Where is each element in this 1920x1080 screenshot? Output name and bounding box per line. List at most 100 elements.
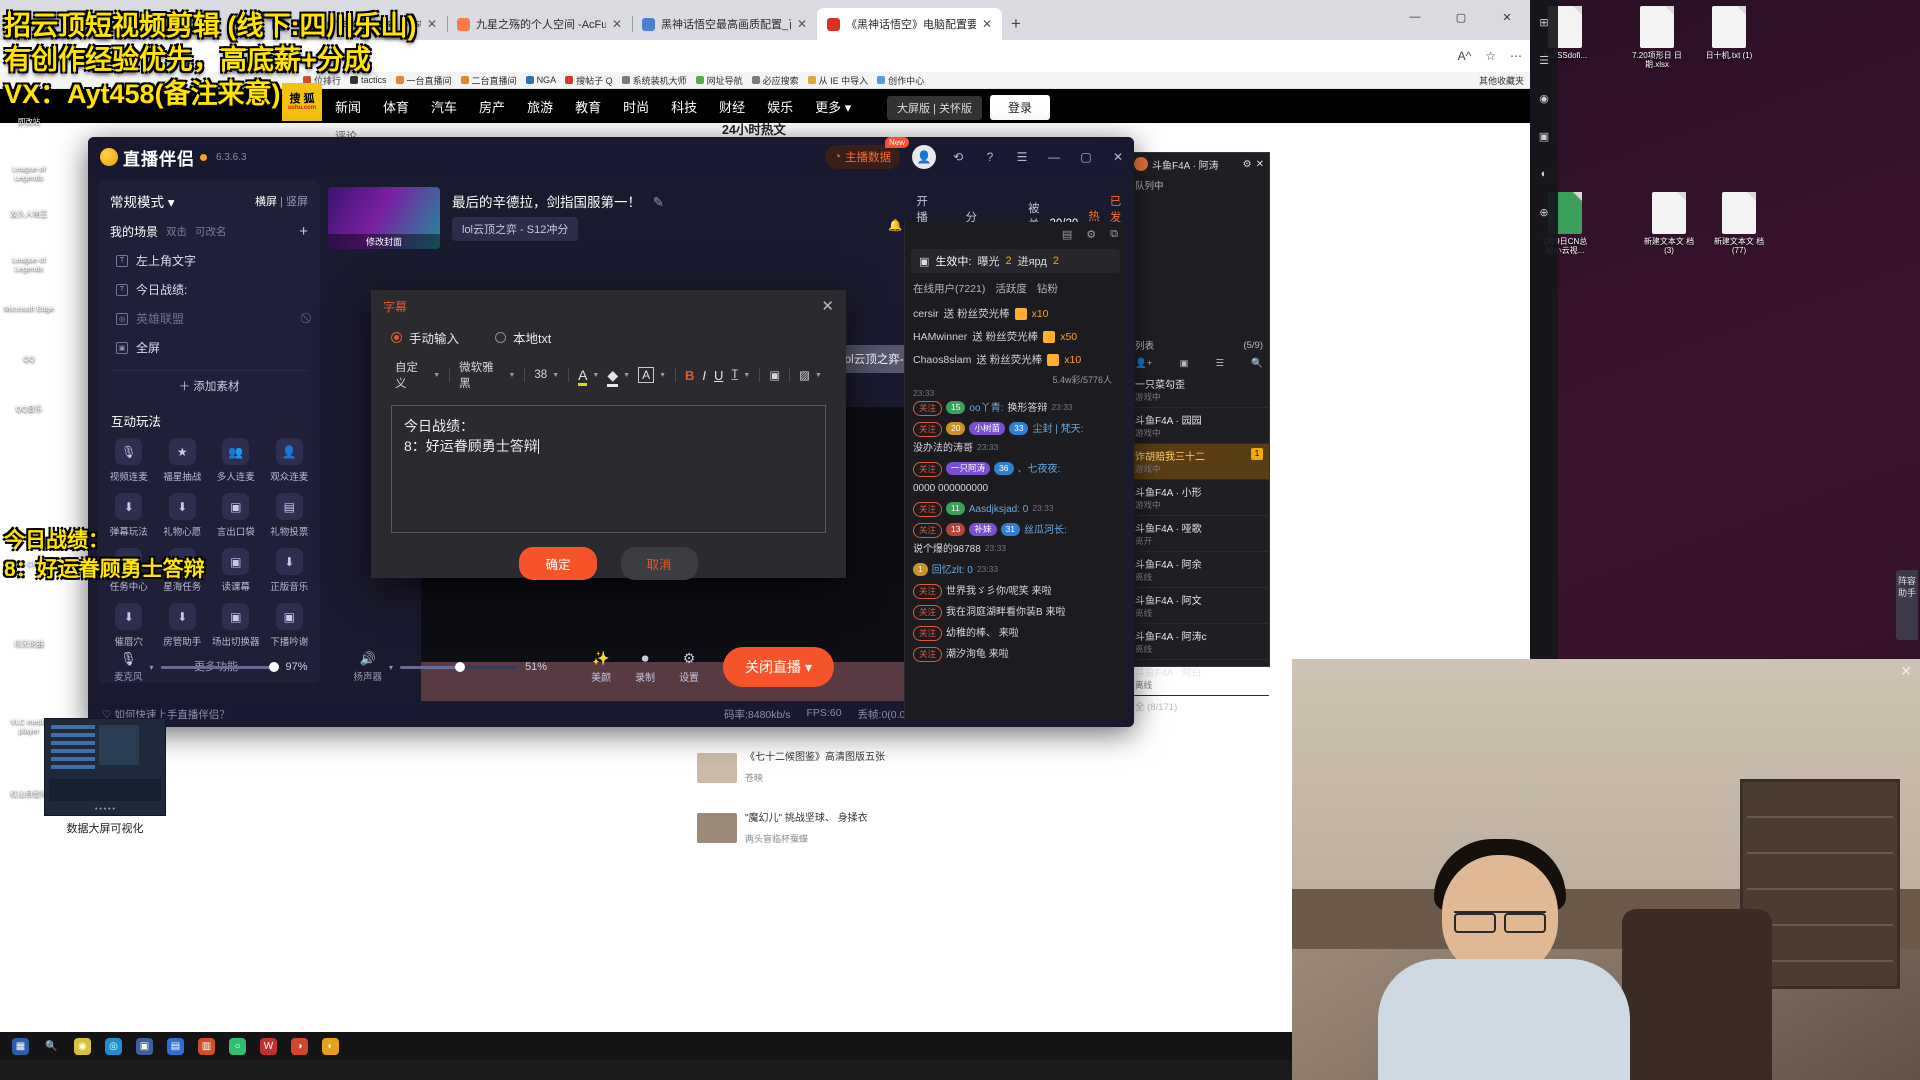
app-icon-3[interactable]: ▣	[136, 1037, 153, 1055]
contrast-icon[interactable]: ◐	[1534, 164, 1554, 184]
chat-message-list[interactable]: cersir 送 粉丝荧光棒 x10 HAMwinner 送 粉丝荧光棒 x50…	[905, 302, 1126, 665]
nav-item-travel[interactable]: 旅游	[527, 97, 553, 116]
douyu-friend-item[interactable]: 斗鱼F4A · 阿涛c 离线	[1129, 624, 1269, 660]
edge-icon[interactable]: ◎	[105, 1037, 122, 1055]
desktop-icon[interactable]: 新建文本文 档 (77)	[1712, 192, 1766, 255]
app-icon-4[interactable]: ▤	[167, 1037, 184, 1055]
border-color-picker[interactable]: A ▼	[634, 365, 670, 385]
box-icon[interactable]: ▣	[1179, 358, 1188, 369]
desktop-icon[interactable]: 日十机.txt (1)	[1702, 6, 1756, 60]
nav-item-more[interactable]: 更多 ▾	[815, 97, 851, 116]
search-icon[interactable]: 🔍	[43, 1038, 60, 1055]
bookmark-item[interactable]: 一台直播间	[393, 73, 455, 88]
highlight-color-picker[interactable]: ◆ ▼	[603, 365, 634, 387]
italic-button[interactable]: I	[698, 366, 710, 385]
app-icon-7[interactable]: W	[260, 1037, 277, 1055]
follow-tag[interactable]: 关注	[913, 502, 943, 517]
minimize-icon[interactable]: —	[1044, 147, 1064, 167]
follow-tag[interactable]: 关注	[913, 605, 943, 620]
app-icon-8[interactable]: ◑	[291, 1037, 308, 1055]
help-icon[interactable]: ?	[980, 147, 1000, 167]
radio-local-txt[interactable]: 本地txt	[495, 328, 551, 347]
desktop-icon[interactable]: 即改站	[2, 117, 56, 127]
nav-item-sports[interactable]: 体育	[383, 97, 409, 116]
browser-tab-active[interactable]: 《黑神话悟空》电脑配置要求_C ✕	[817, 8, 1002, 40]
list-icon[interactable]: ☰	[1216, 358, 1225, 369]
beauty-button[interactable]: ✨ 美颜	[591, 650, 611, 684]
activity-tab[interactable]: 活跃度	[995, 281, 1027, 296]
fans-tab[interactable]: 钻粉	[1037, 281, 1058, 296]
read-aloud-icon[interactable]: A^	[1458, 49, 1472, 63]
browser-tab[interactable]: 黑神话悟空最高画质配置_百度搜 ✕	[632, 8, 818, 40]
text-spacing-dropdown[interactable]: T̲ ▼	[727, 367, 754, 383]
douyu-friend-item[interactable]: 斗鱼F4A · 阿白 离线	[1129, 660, 1269, 696]
interactive-item[interactable]: 👥 多人连麦	[209, 438, 263, 483]
close-icon[interactable]: ✕	[612, 17, 622, 31]
interactive-item[interactable]: ▣ 言出口袋	[209, 493, 263, 538]
follow-tag[interactable]: 关注	[913, 584, 943, 599]
close-button[interactable]: ✕	[1484, 0, 1530, 34]
interactive-item[interactable]: 👤 观众连麦	[263, 438, 317, 483]
bookmark-item[interactable]: 网址导航	[693, 73, 746, 88]
close-icon[interactable]: ✕	[797, 17, 807, 31]
online-users-tab[interactable]: 在线用户(7221)	[913, 281, 985, 296]
nav-item-fashion[interactable]: 时尚	[623, 97, 649, 116]
stream-cover[interactable]: 修改封面	[328, 187, 440, 249]
douyu-friend-item[interactable]: 1 诈胡赔我三十二 游戏中	[1129, 444, 1269, 480]
interactive-item[interactable]: ⬇ 正版音乐	[263, 548, 317, 593]
close-icon[interactable]: ✕	[821, 297, 834, 315]
chevron-down-icon[interactable]: ▾	[389, 663, 393, 672]
layer-item[interactable]: T 左上角文字	[98, 246, 320, 275]
douyu-friend-item[interactable]: 斗鱼F4A · 阿余 离线	[1129, 552, 1269, 588]
interactive-item[interactable]: ⬇ 礼物心愿	[156, 493, 210, 538]
lineup-assistant-tab[interactable]: 阵容助手	[1896, 570, 1918, 640]
square-icon[interactable]: ▣	[1534, 126, 1554, 146]
layer-item[interactable]: T 今日战绩:	[98, 275, 320, 304]
minimize-button[interactable]: —	[1392, 0, 1438, 34]
desktop-icon[interactable]: 7.20项形日 日期.xlsx	[1630, 6, 1684, 69]
mode-dropdown[interactable]: 常规模式 ▾	[110, 191, 175, 211]
close-icon[interactable]: ✕	[1108, 147, 1128, 167]
close-icon[interactable]: ✕	[1900, 663, 1912, 680]
app-icon-1[interactable]: ◉	[74, 1037, 91, 1055]
search-icon[interactable]: 🔍	[1251, 358, 1263, 369]
add-material-button[interactable]: ＋ 添加素材	[110, 370, 308, 401]
add-scene-button[interactable]: +	[299, 223, 308, 240]
app-icon-6[interactable]: ○	[229, 1037, 246, 1055]
cancel-button[interactable]: 取消	[620, 547, 698, 580]
new-tab-button[interactable]: +	[1002, 10, 1030, 38]
maximize-button[interactable]: ▢	[1438, 0, 1484, 34]
speaker-icon[interactable]: 🔊	[354, 651, 383, 667]
other-bookmarks[interactable]: 其他收藏夹	[1479, 74, 1524, 87]
sohu-logo[interactable]: 搜 狐 sohu.com	[282, 83, 322, 121]
bell-icon[interactable]: 🔔	[888, 218, 902, 232]
preset-dropdown[interactable]: 自定义 ▼	[391, 357, 444, 393]
record-button[interactable]: ⏺ 录制	[635, 650, 655, 684]
image-button[interactable]: ▣	[765, 366, 784, 384]
add-icon[interactable]: ⊕	[1534, 202, 1554, 222]
favorite-icon[interactable]: ☆	[1485, 49, 1496, 63]
follow-tag[interactable]: 关注	[913, 647, 943, 662]
subtitle-text-input[interactable]: 今日战绩： 8：好运眷顾勇士答辩	[391, 405, 826, 533]
start-icon[interactable]: ▦	[12, 1037, 29, 1055]
menu-icon[interactable]: ☰	[1012, 147, 1032, 167]
anchor-data-button[interactable]: ◔ 主播数据 New	[825, 137, 909, 169]
menu-icon[interactable]: ☰	[1534, 50, 1554, 70]
close-icon[interactable]: ✕	[427, 17, 437, 31]
desktop-icon[interactable]: 讯无论器	[2, 639, 56, 649]
font-family-dropdown[interactable]: 微软雅黑 ▼	[455, 357, 519, 393]
desktop-icon[interactable]: Microsoft Edge	[2, 304, 56, 314]
bookmark-item[interactable]: 必应搜索	[749, 73, 802, 88]
bookmark-item[interactable]: 搜帖子 Q	[562, 73, 616, 88]
sidebar-news-2[interactable]: "魔幻儿" 挑战坚球、 身揉衣	[745, 809, 925, 824]
interactive-item[interactable]: ★ 福星抽战	[156, 438, 210, 483]
underline-button[interactable]: U	[710, 366, 727, 385]
desktop-icon[interactable]: League of Legends	[2, 164, 56, 182]
interactive-item[interactable]: 🎙 视频连麦	[102, 438, 156, 483]
douyu-friend-item[interactable]: 斗鱼F4A · 阿文 离线	[1129, 588, 1269, 624]
gear-icon[interactable]: ⚙	[1243, 159, 1252, 170]
radio-manual-input[interactable]: 手动输入	[391, 328, 459, 347]
follow-tag[interactable]: 关注	[913, 401, 943, 416]
data-dashboard-preview[interactable]: • • • • •	[44, 718, 166, 816]
nav-item-realestate[interactable]: 房产	[479, 97, 505, 116]
